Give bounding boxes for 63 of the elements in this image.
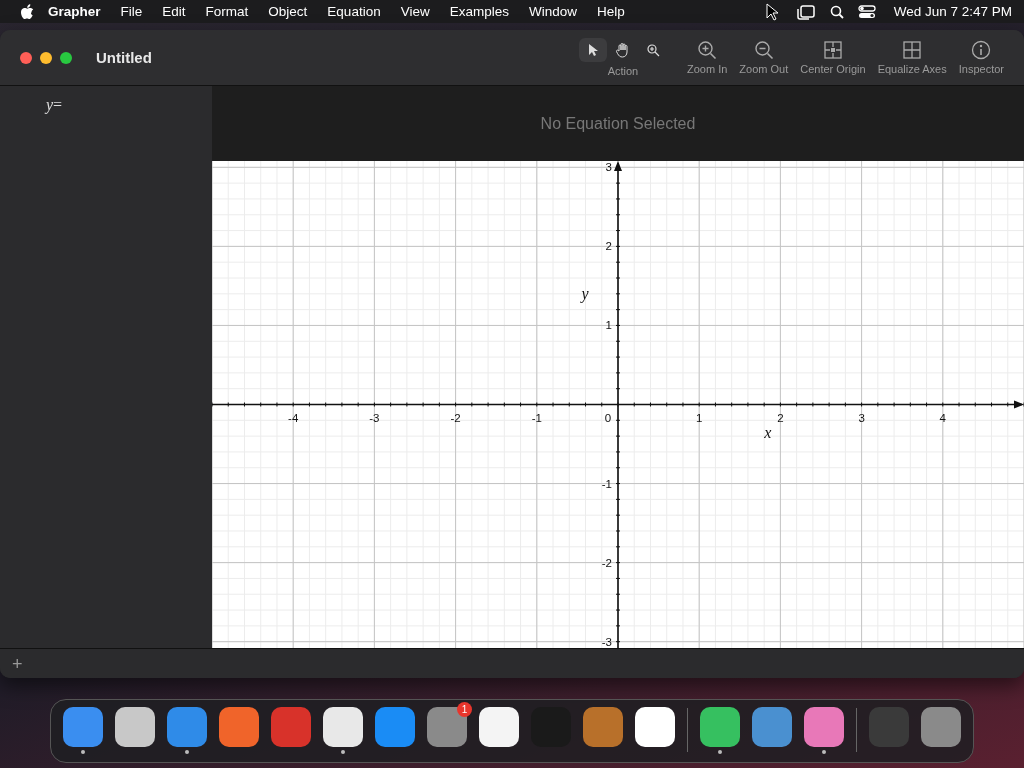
center-button[interactable]: Center Origin xyxy=(794,40,872,75)
x-tick-label: -4 xyxy=(288,411,299,424)
x-tick-label: -2 xyxy=(450,411,461,424)
y-tick-label: 1 xyxy=(605,319,612,332)
menu-item[interactable]: Object xyxy=(268,4,308,19)
menu-item[interactable]: Format xyxy=(205,4,249,19)
app-icon[interactable] xyxy=(635,706,675,747)
clock[interactable]: Wed Jun 7 2:47 PM xyxy=(893,4,1012,19)
info-icon xyxy=(971,40,992,60)
x-tick-label: -1 xyxy=(531,411,542,424)
add-equation-button[interactable]: + xyxy=(8,654,27,675)
equalize-button[interactable]: Equalize Axes xyxy=(871,40,953,75)
x-tick-label: 4 xyxy=(939,411,946,424)
menu-item[interactable]: Help xyxy=(597,4,625,19)
x-tick-label: 3 xyxy=(858,411,865,424)
search-icon[interactable] xyxy=(829,4,844,19)
menu-item[interactable]: Window xyxy=(528,4,577,19)
action-label: Action xyxy=(607,65,639,77)
windows-icon[interactable] xyxy=(795,3,816,20)
zoom-out-button[interactable]: Zoom Out xyxy=(733,40,795,75)
app-icon[interactable] xyxy=(323,706,363,747)
app-icon[interactable] xyxy=(804,706,844,747)
app-icon[interactable] xyxy=(700,706,740,747)
grid-icon xyxy=(902,40,923,60)
zoom-button[interactable] xyxy=(60,51,72,64)
zoom-out-icon xyxy=(753,40,774,60)
y-tick-label: -3 xyxy=(601,635,612,648)
x-tick-label: 2 xyxy=(777,411,784,424)
x-axis-label: x xyxy=(764,423,772,441)
magnifier-icon xyxy=(645,43,660,57)
x-tick-label: 1 xyxy=(696,411,703,424)
window-title: Untitled xyxy=(96,49,152,66)
info-button[interactable]: Inspector xyxy=(952,40,1010,75)
menu-item[interactable]: Edit xyxy=(162,4,186,19)
y-tick-label: 3 xyxy=(605,161,612,174)
app-icon[interactable] xyxy=(115,706,155,747)
hand-icon xyxy=(614,42,631,58)
menu-item[interactable]: View xyxy=(400,4,430,19)
apple-logo-icon[interactable] xyxy=(20,3,34,20)
zoom-in-button[interactable]: Zoom In xyxy=(680,40,734,75)
y-tick-label: -1 xyxy=(601,477,612,490)
center-target-icon xyxy=(822,40,843,60)
graph-canvas[interactable]: -4 -3 -2 -1 0 1 2 3 4 -3 -2 -1 1 2 3 x y xyxy=(212,161,1024,648)
zoom-in-icon xyxy=(697,40,718,60)
y-axis-label: y xyxy=(581,285,589,303)
app-icon[interactable] xyxy=(479,706,519,747)
minimize-button[interactable] xyxy=(40,51,52,64)
origin-label: 0 xyxy=(604,411,612,424)
app-menu[interactable]: Grapher xyxy=(48,4,101,19)
no-equation-text: No Equation Selected xyxy=(540,114,696,133)
mouse-pointer-icon xyxy=(765,2,778,21)
pointer-tool[interactable] xyxy=(578,38,607,62)
y-tick-label: -2 xyxy=(601,556,612,569)
x-tick-label: -3 xyxy=(369,411,380,424)
menu-item[interactable]: Equation xyxy=(327,4,381,19)
close-button[interactable] xyxy=(20,51,32,64)
notification-badge: 1 xyxy=(457,701,472,717)
menu-item[interactable]: File xyxy=(120,4,143,19)
pointer-icon xyxy=(586,43,599,57)
equation-entry[interactable]: y= xyxy=(0,86,106,114)
toggles-icon[interactable] xyxy=(857,4,876,19)
menu-item[interactable]: Examples xyxy=(449,4,509,19)
y-tick-label: 2 xyxy=(605,240,612,253)
